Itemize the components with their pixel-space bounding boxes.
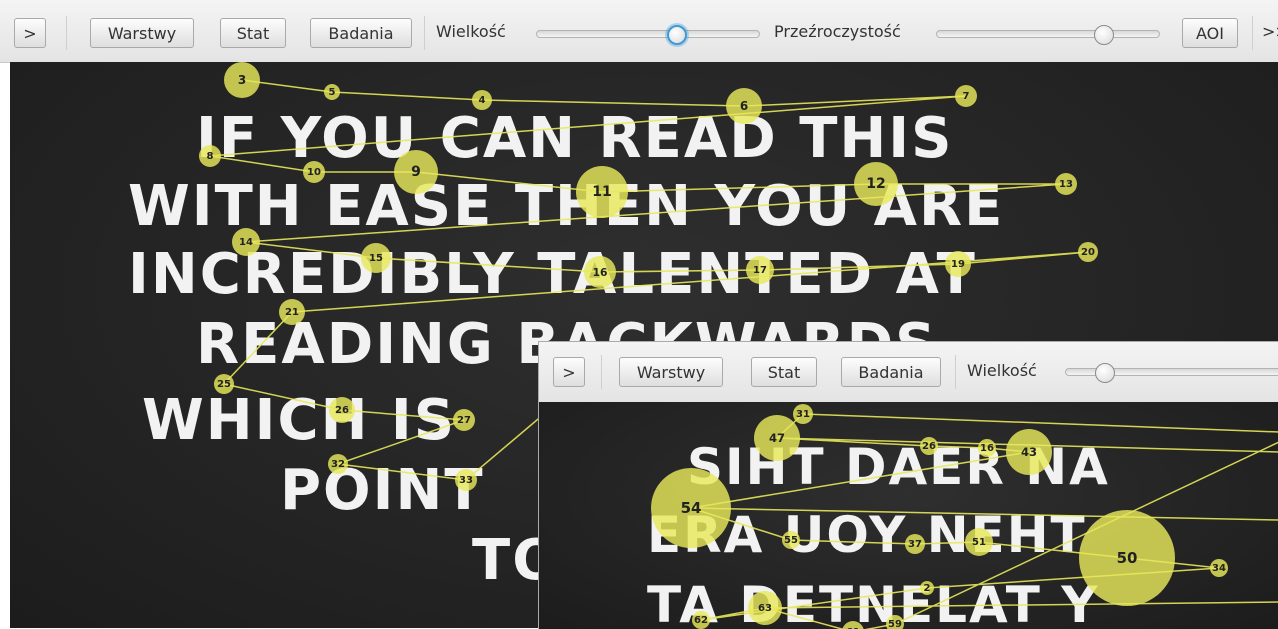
layers-button[interactable]: Warstwy <box>619 357 723 387</box>
size-slider-thumb[interactable] <box>667 25 687 45</box>
fixation-marker[interactable]: 59 <box>886 615 904 629</box>
fixation-marker[interactable]: 2 <box>920 581 934 595</box>
opacity-label: Przeźroczystość <box>774 22 901 41</box>
fixation-marker[interactable]: 12 <box>854 162 898 206</box>
secondary-stimulus-canvas[interactable]: SIHT DAER NA ERA UOY NEHT TA DETNELAT Y … <box>539 402 1278 629</box>
toolbar-separator <box>424 16 425 50</box>
fixation-marker[interactable]: 8 <box>199 145 221 167</box>
layers-button[interactable]: Warstwy <box>90 18 194 48</box>
fixation-marker[interactable]: 43 <box>1006 429 1052 475</box>
secondary-window: > Warstwy Stat Badania Wielkość SIHT DAE… <box>538 341 1278 629</box>
fixation-marker[interactable]: 54 <box>651 468 731 548</box>
fixation-marker[interactable]: 9 <box>394 150 438 194</box>
studies-button[interactable]: Badania <box>841 357 941 387</box>
fixation-marker[interactable]: 31 <box>793 404 813 424</box>
size-slider-track[interactable] <box>536 30 760 38</box>
fixation-marker[interactable]: 20 <box>1078 242 1098 262</box>
fixation-marker[interactable]: 15 <box>361 243 391 273</box>
opacity-slider-track[interactable] <box>936 30 1160 38</box>
stat-button[interactable]: Stat <box>220 18 286 48</box>
expand-panel-button[interactable]: > <box>553 357 585 387</box>
toolbar-separator <box>1252 16 1253 50</box>
fixation-marker[interactable]: 33 <box>455 469 477 491</box>
fixation-marker[interactable]: 26 <box>920 437 938 455</box>
fixation-marker[interactable]: 37 <box>905 534 925 554</box>
scanpath-lines <box>690 413 1278 629</box>
aoi-button[interactable]: AOI <box>1182 18 1238 48</box>
toolbar-overflow-button[interactable]: >> <box>1262 22 1278 41</box>
opacity-slider-thumb[interactable] <box>1094 25 1114 45</box>
fixation-marker[interactable]: 32 <box>328 454 348 474</box>
fixation-marker[interactable]: 47 <box>754 415 800 461</box>
secondary-toolbar: > Warstwy Stat Badania Wielkość <box>539 342 1278 403</box>
main-toolbar: > Warstwy Stat Badania Wielkość Przeźroc… <box>0 0 1278 63</box>
studies-button[interactable]: Badania <box>310 18 412 48</box>
fixation-marker[interactable]: 26 <box>329 397 355 423</box>
fixation-marker[interactable]: 62 <box>692 611 710 629</box>
fixation-marker[interactable]: 16 <box>978 439 996 457</box>
fixation-marker[interactable]: 3 <box>224 62 260 98</box>
fixation-marker[interactable]: 14 <box>232 228 260 256</box>
fixation-marker[interactable]: 34 <box>1210 559 1228 577</box>
fixation-marker[interactable]: 5 <box>324 84 340 100</box>
fixation-marker[interactable]: 4 <box>472 90 492 110</box>
stat-button[interactable]: Stat <box>751 357 817 387</box>
fixation-marker[interactable]: 11 <box>576 166 628 218</box>
size-label: Wielkość <box>436 22 506 41</box>
fixation-marker[interactable]: 63 <box>748 591 782 625</box>
size-slider-thumb[interactable] <box>1095 363 1115 383</box>
toolbar-separator <box>66 16 67 50</box>
fixation-marker[interactable]: 50 <box>1079 510 1175 606</box>
expand-panel-button[interactable]: > <box>14 18 46 48</box>
toolbar-separator <box>601 355 602 389</box>
fixation-marker[interactable]: 51 <box>965 528 993 556</box>
fixation-marker[interactable]: 17 <box>746 256 774 284</box>
size-label: Wielkość <box>967 361 1037 380</box>
fixation-marker[interactable]: 19 <box>945 251 971 277</box>
fixation-marker[interactable]: 6 <box>726 88 762 124</box>
fixation-marker[interactable]: 25 <box>214 374 234 394</box>
toolbar-separator <box>955 355 956 389</box>
fixation-marker[interactable]: 21 <box>279 299 305 325</box>
fixation-marker[interactable]: 27 <box>453 409 475 431</box>
fixation-marker[interactable]: 55 <box>782 531 800 549</box>
fixation-marker[interactable]: 16 <box>584 256 616 288</box>
fixation-marker[interactable]: 7 <box>955 85 977 107</box>
fixation-marker[interactable]: 13 <box>1055 173 1077 195</box>
fixation-marker[interactable]: 10 <box>303 161 325 183</box>
